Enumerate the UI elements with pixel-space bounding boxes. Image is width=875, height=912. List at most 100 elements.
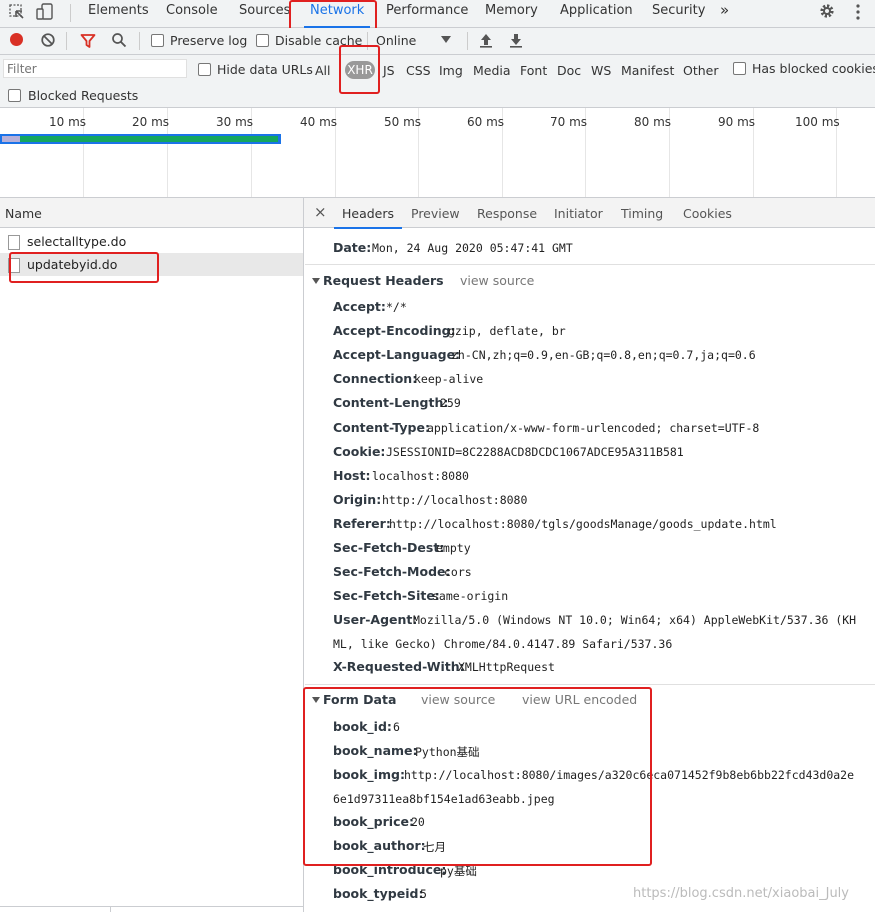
kebab-menu-icon[interactable] [853,3,863,21]
header-key: User-Agent: [333,612,418,627]
header-value: localhost:8080 [372,469,469,483]
header-value: empty [436,541,471,555]
annotation-xhr-filter [339,45,380,94]
timeline-waiting-bar [2,136,20,142]
header-value: Mon, 24 Aug 2020 05:47:41 GMT [372,241,573,255]
throttling-select[interactable]: Online [376,33,416,48]
timeline-tick: 20 ms [132,115,170,129]
tab-response[interactable]: Response [477,206,537,221]
header-key: X-Requested-With: [333,659,465,674]
tab-elements[interactable]: Elements [88,0,149,27]
export-har-icon[interactable] [508,32,524,48]
has-blocked-cookies-checkbox[interactable] [733,62,746,75]
clear-icon[interactable] [40,32,56,48]
preserve-log-label: Preserve log [170,33,248,48]
form-key: book_typeid: [333,886,424,901]
filter-type-manifest[interactable]: Manifest [621,63,674,78]
import-har-icon[interactable] [478,32,494,48]
inspect-element-icon[interactable] [8,3,26,21]
search-icon[interactable] [111,32,127,48]
header-key: Accept: [333,299,386,314]
list-footer-border [0,906,303,907]
timeline-tick: 70 ms [550,115,588,129]
disable-cache-checkbox[interactable] [256,34,269,47]
filter-type-js[interactable]: JS [383,63,395,78]
request-headers-title[interactable]: Request Headers [323,273,444,288]
timeline-overview[interactable]: 10 ms 20 ms 30 ms 40 ms 50 ms 60 ms 70 m… [0,108,875,198]
tab-preview[interactable]: Preview [411,206,460,221]
timeline-tick: 90 ms [718,115,756,129]
section-divider [305,264,875,265]
header-key: Referer: [333,516,391,531]
filter-type-other[interactable]: Other [683,63,719,78]
watermark: https://blog.csdn.net/xiaobai_July [633,886,849,901]
header-value: application/x-www-form-urlencoded; chars… [427,421,760,435]
tab-performance[interactable]: Performance [386,0,468,27]
tab-console[interactable]: Console [166,0,218,27]
request-row[interactable]: selectalltype.do [0,230,303,253]
header-value: http://localhost:8080/tgls/goodsManage/g… [389,517,777,531]
request-list [0,198,304,912]
header-key: Sec-Fetch-Site: [333,588,440,603]
filter-type-all[interactable]: All [315,63,331,78]
device-toolbar-icon[interactable] [36,3,56,21]
header-value: zh-CN,zh;q=0.9,en-GB;q=0.8,en;q=0.7,ja;q… [451,348,756,362]
tab-timing[interactable]: Timing [621,206,663,221]
filter-type-ws[interactable]: WS [591,63,611,78]
tab-initiator[interactable]: Initiator [554,206,603,221]
tab-security[interactable]: Security [652,0,705,27]
header-key: Accept-Encoding: [333,323,456,338]
header-value: same-origin [432,589,509,603]
header-value: */* [386,300,407,314]
timeline-download-bar [20,136,278,142]
header-value: JSESSIONID=8C2288ACD8DCDC1067ADCE95A311B… [386,445,684,459]
tab-sources[interactable]: Sources [239,0,290,27]
timeline-tick: 50 ms [384,115,422,129]
filter-type-doc[interactable]: Doc [557,63,581,78]
section-divider [305,684,875,685]
header-value: keep-alive [414,372,484,386]
tab-memory[interactable]: Memory [485,0,538,27]
name-column-header[interactable]: Name [0,198,303,228]
tab-application[interactable]: Application [560,0,633,27]
triangle-down-icon[interactable] [312,277,320,285]
toolbar-separator [139,32,140,50]
hide-data-urls-label: Hide data URLs [217,62,313,77]
record-icon[interactable] [10,33,23,46]
blocked-requests-checkbox[interactable] [8,89,21,102]
chevron-down-icon[interactable] [441,36,451,44]
header-key: Sec-Fetch-Mode: [333,564,451,579]
header-value: http://localhost:8080 [382,493,528,507]
more-tabs-button[interactable]: » [720,0,729,27]
filter-type-media[interactable]: Media [473,63,511,78]
header-key: Date: [333,240,372,255]
header-key: Sec-Fetch-Dest: [333,540,445,555]
document-icon [8,235,20,250]
name-column-label: Name [5,206,42,221]
view-source-link[interactable]: view source [460,273,534,288]
detail-tab-bar: × Headers Preview Response Initiator Tim… [304,198,875,229]
filter-type-img[interactable]: Img [439,63,463,78]
header-value: cors [444,565,472,579]
filter-type-css[interactable]: CSS [406,63,431,78]
header-key: Content-Length: [333,395,449,410]
timeline-tick: 100 ms [795,115,840,129]
timeline-tick: 30 ms [216,115,254,129]
timeline-tick: 60 ms [467,115,505,129]
tab-cookies[interactable]: Cookies [683,206,732,221]
hide-data-urls-checkbox[interactable] [198,63,211,76]
header-key: Origin: [333,492,382,507]
network-toolbar: Preserve log Disable cache Online [0,28,875,55]
form-value: 5 [420,887,427,901]
filter-icon[interactable] [80,33,96,49]
close-icon[interactable]: × [314,203,327,221]
preserve-log-checkbox[interactable] [151,34,164,47]
timeline-tick: 10 ms [49,115,87,129]
tab-headers[interactable]: Headers [333,206,403,229]
tab-separator [70,4,71,22]
header-value: gzip, deflate, br [448,324,566,338]
gear-icon[interactable] [818,2,836,20]
header-value: 259 [440,396,461,410]
filter-input[interactable] [3,59,187,78]
filter-type-font[interactable]: Font [520,63,547,78]
